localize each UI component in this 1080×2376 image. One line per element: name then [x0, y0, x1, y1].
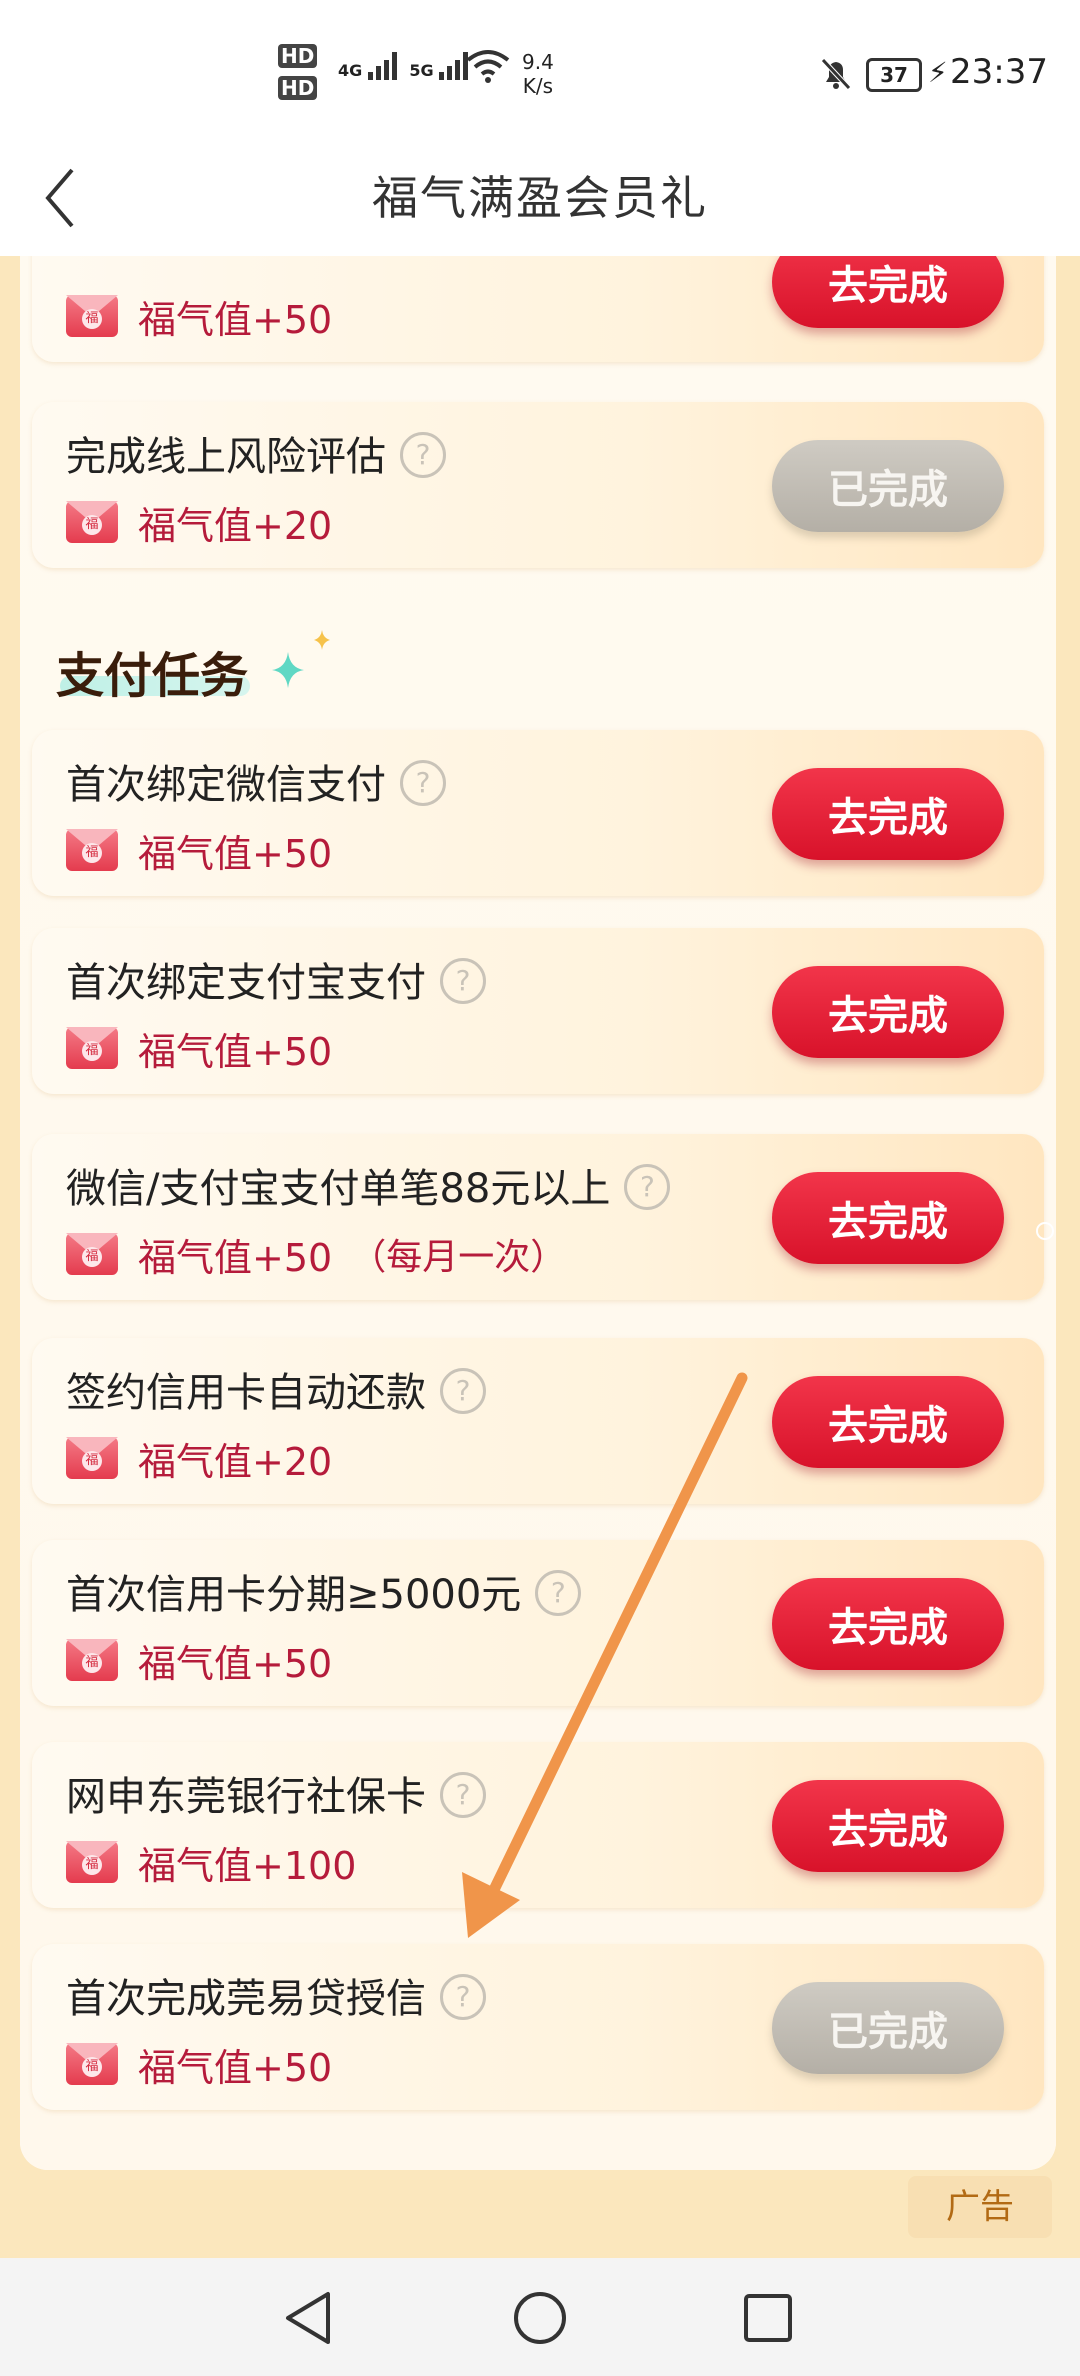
task-card: 首次完成莞易贷授信? 福气值+50 已完成: [32, 1944, 1044, 2110]
task-card: 完成线上风险评估? 福气值+20 已完成: [32, 402, 1044, 568]
reward-note: （每月一次）: [350, 1237, 567, 1278]
task-name: 首次信用卡分期≥5000元?: [66, 1562, 582, 1620]
task-card: 网申东莞银行社保卡? 福气值+100 去完成: [32, 1742, 1044, 1908]
reward-text: 福气值+50: [138, 831, 333, 876]
red-envelope-icon: [66, 1639, 118, 1681]
red-envelope-icon: [66, 2043, 118, 2085]
signal-bars-icon: [367, 52, 397, 80]
nav-recents-icon[interactable]: [736, 2286, 800, 2350]
reward-row: 福气值+50: [66, 2040, 332, 2090]
reward-row: 福气值+50: [66, 292, 332, 342]
task-name: 首次绑定微信支付?: [66, 752, 446, 810]
help-icon[interactable]: ?: [440, 1368, 486, 1414]
red-envelope-icon: [66, 295, 118, 337]
reward-row: 福气值+50: [66, 1636, 332, 1686]
reward-text: 福气值+50: [138, 2045, 333, 2090]
reward-text: 福气值+20: [138, 503, 333, 548]
net1-label: 4G: [338, 61, 363, 80]
bell-muted-icon: [818, 56, 854, 96]
reward-row: 福气值+50: [66, 1024, 332, 1074]
speed-value: 9.4: [522, 50, 554, 74]
battery-level: 37: [880, 63, 908, 87]
task-name: 签约信用卡自动还款?: [66, 1360, 486, 1418]
task-card: 首次信用卡分期≥5000元? 福气值+50 去完成: [32, 1540, 1044, 1706]
task-name: 首次绑定支付宝支付?: [66, 950, 486, 1008]
red-envelope-icon: [66, 1841, 118, 1883]
speed-unit: K/s: [522, 74, 554, 98]
task-card: 微信/支付宝支付单笔88元以上? 福气值+50 （每月一次） 去完成: [32, 1134, 1044, 1300]
reward-row: 福气值+20: [66, 1434, 332, 1484]
task-name-text: 签约信用卡自动还款: [66, 1370, 426, 1416]
help-icon[interactable]: ?: [440, 958, 486, 1004]
task-name: 微信/支付宝支付单笔88元以上?: [66, 1156, 671, 1214]
battery-icon: 37: [866, 58, 922, 92]
task-name-text: 首次绑定微信支付: [66, 762, 386, 808]
net2-label: 5G: [409, 61, 434, 80]
reward-text: 福气值+50: [138, 297, 333, 342]
hd1-label: HD: [278, 44, 318, 68]
red-envelope-icon: [66, 1437, 118, 1479]
signal-indicator: 4G 5G: [338, 50, 475, 80]
wifi-icon: [466, 48, 510, 88]
task-name: 网申东莞银行社保卡?: [66, 1764, 486, 1822]
task-name-text: 首次绑定支付宝支付: [66, 960, 426, 1006]
task-name: 首次完成莞易贷授信?: [66, 1966, 486, 2024]
charging-icon: ⚡: [928, 56, 948, 89]
reward-text: 福气值+50: [138, 1235, 333, 1280]
go-complete-button[interactable]: 去完成: [772, 1578, 1004, 1670]
task-card: 签约信用卡自动还款? 福气值+20 去完成: [32, 1338, 1044, 1504]
title-bar: 福气满盈会员礼: [0, 140, 1080, 256]
hd-indicator: HD HD: [278, 44, 318, 108]
completed-button[interactable]: 已完成: [772, 440, 1004, 532]
nav-back-icon[interactable]: [278, 2286, 342, 2350]
status-bar: HD HD 4G 5G 9.4 K/s 37 ⚡ 23:37: [0, 0, 1080, 140]
sparkle-icon: [272, 652, 304, 688]
go-complete-button[interactable]: 去完成: [772, 1376, 1004, 1468]
section-heading: 支付任务: [56, 648, 249, 704]
help-icon[interactable]: ?: [440, 1772, 486, 1818]
red-envelope-icon: [66, 1027, 118, 1069]
help-icon[interactable]: ?: [400, 432, 446, 478]
help-icon[interactable]: ?: [440, 1974, 486, 2020]
reward-text: 福气值+50: [138, 1029, 333, 1074]
reward-row: 福气值+20: [66, 498, 332, 548]
task-card: 首次绑定支付宝支付? 福气值+50 去完成: [32, 928, 1044, 1094]
network-speed: 9.4 K/s: [522, 50, 554, 98]
reward-text: 福气值+50: [138, 1641, 333, 1686]
hd2-label: HD: [278, 76, 318, 100]
go-complete-button[interactable]: 去完成: [772, 966, 1004, 1058]
page-title: 福气满盈会员礼: [372, 171, 708, 225]
completed-button[interactable]: 已完成: [772, 1982, 1004, 2074]
task-name-text: 完成线上风险评估: [66, 434, 386, 480]
help-icon[interactable]: ?: [535, 1570, 582, 1616]
clock: 23:37: [950, 52, 1048, 92]
task-name: 完成线上风险评估?: [66, 424, 446, 482]
reward-text: 福气值+20: [138, 1439, 333, 1484]
task-name-text: 首次信用卡分期≥5000元: [66, 1572, 522, 1618]
scroll-indicator-dot: [1036, 1222, 1054, 1240]
go-complete-button[interactable]: 去完成: [772, 1780, 1004, 1872]
reward-text: 福气值+100: [138, 1843, 357, 1888]
task-name-text: 微信/支付宝支付单笔88元以上: [66, 1166, 611, 1212]
red-envelope-icon: [66, 1233, 118, 1275]
help-icon[interactable]: ?: [624, 1164, 671, 1210]
go-complete-button[interactable]: 去完成: [772, 768, 1004, 860]
reward-row: 福气值+50 （每月一次）: [66, 1230, 567, 1280]
go-complete-button[interactable]: 去完成: [772, 1172, 1004, 1264]
system-nav-bar: [0, 2258, 1080, 2376]
red-envelope-icon: [66, 829, 118, 871]
sparkle-icon: [314, 630, 330, 650]
task-name-text: 网申东莞银行社保卡: [66, 1774, 426, 1820]
ad-badge[interactable]: 广告: [908, 2176, 1052, 2238]
reward-row: 福气值+100: [66, 1838, 356, 1888]
nav-home-icon[interactable]: [508, 2286, 572, 2350]
task-card: 首次绑定微信支付? 福气值+50 去完成: [32, 730, 1044, 896]
red-envelope-icon: [66, 501, 118, 543]
task-name-text: 首次完成莞易贷授信: [66, 1976, 426, 2022]
reward-row: 福气值+50: [66, 826, 332, 876]
help-icon[interactable]: ?: [400, 760, 446, 806]
